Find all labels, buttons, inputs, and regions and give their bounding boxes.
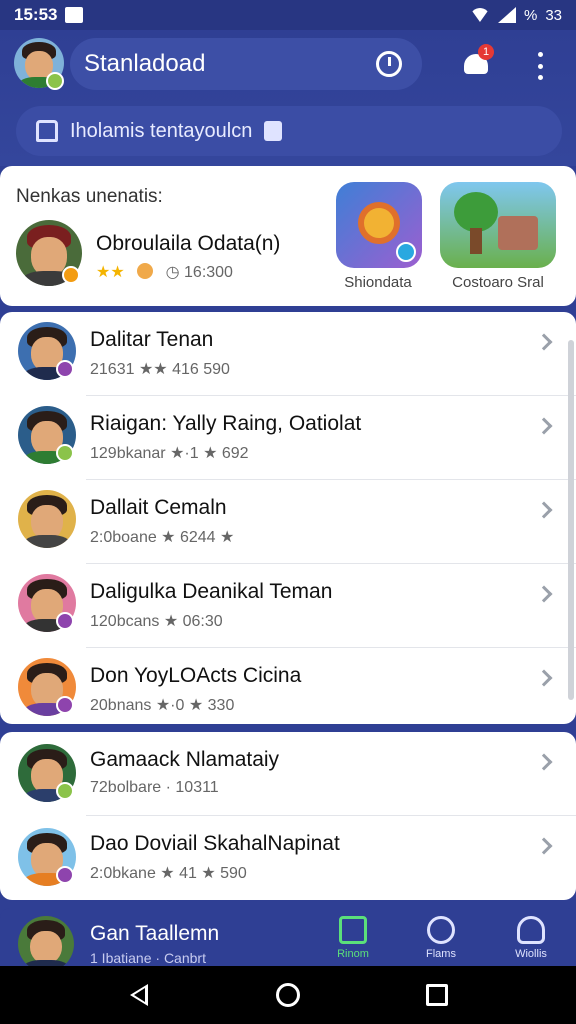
contact-meta: 2:0bkane ★ 41 ★ 590 [90, 865, 247, 882]
featured-badge-icon [62, 266, 80, 284]
status-bar: 15:53 % 33 [0, 0, 576, 30]
chevron-right-icon [535, 669, 553, 687]
list-item[interactable]: Dao Doviail SkahalNapinat 2:0bkane ★ 41 … [0, 816, 576, 900]
app-label-costoaro: Costoaro Sral [452, 274, 544, 291]
home-button-icon[interactable] [276, 983, 300, 1007]
back-icon[interactable] [130, 984, 148, 1006]
section-title: Nenkas unenatis: [16, 186, 163, 207]
scrollbar[interactable] [568, 340, 574, 700]
chevron-right-icon [535, 585, 553, 603]
list-item[interactable]: Dallait Cemaln 2:0boane ★ 6244 ★ [0, 480, 576, 564]
clock-icon[interactable] [376, 51, 402, 77]
status-badge-icon [56, 696, 74, 714]
contact-name: Don YoyLOActs Cicina [90, 664, 302, 687]
wifi-icon [469, 8, 490, 22]
list-item[interactable]: Daligulka Deanikal Teman 120bcans ★ 06:3… [0, 564, 576, 648]
status-badge-icon [56, 444, 74, 462]
kebab-dot-icon [537, 52, 543, 57]
nav-label: Wiollis [515, 948, 547, 960]
contact-avatar [18, 490, 76, 548]
featured-meta: ★★ ◷ 16:300 [96, 262, 233, 282]
list-item[interactable]: Don YoyLOActs Cicina 20bnans ★·0 ★ 330 [0, 648, 576, 732]
current-user-meta: 1 Ibatiane · Canbrt [90, 950, 206, 966]
nav-tab-flams[interactable]: Flams [406, 916, 476, 960]
app-label-shiondata: Shiondata [344, 274, 412, 291]
contact-meta: 120bcans ★ 06:30 [90, 613, 223, 630]
list-item[interactable]: Riaigan: Yally Raing, Oatiolat 129bkanar… [0, 396, 576, 480]
contact-meta: 2:0boane ★ 6244 ★ [90, 529, 235, 546]
current-user-name: Gan Taallemn [90, 922, 220, 945]
star-icon: ★★ [96, 264, 125, 281]
contact-list-secondary: Gamaack Nlamataiy 72bolbare · 10311 Dao … [0, 732, 576, 900]
app-icon-costoaro[interactable] [440, 182, 556, 268]
list-item[interactable]: Gamaack Nlamataiy 72bolbare · 10311 [0, 732, 576, 816]
person-icon [517, 916, 545, 944]
home-icon [36, 120, 58, 142]
chevron-right-icon [535, 333, 553, 351]
status-time: 15:53 [14, 5, 58, 24]
online-badge-icon [46, 72, 64, 90]
recents-icon[interactable] [426, 984, 448, 1006]
nav-label: Rinom [337, 948, 369, 960]
nav-tab-rinom[interactable]: Rinom [318, 916, 388, 960]
chevron-right-icon [535, 501, 553, 519]
status-percent: % [523, 6, 538, 24]
status-badge-icon [56, 866, 74, 884]
contact-meta: 20bnans ★·0 ★ 330 [90, 697, 235, 714]
nav-tab-wiollis[interactable]: Wiollis [496, 916, 566, 960]
scan-icon[interactable] [264, 121, 283, 141]
bottom-navigation: Gan Taallemn 1 Ibatiane · Canbrt Rinom F… [0, 908, 576, 972]
status-badge-icon [56, 612, 74, 630]
status-badge-icon [56, 360, 74, 378]
contact-meta: 21631 ★★ 416 590 [90, 361, 230, 378]
search-bar[interactable]: Iholamis tentayoulcn [16, 106, 562, 156]
contact-name: Riaigan: Yally Raing, Oatiolat [90, 412, 362, 435]
contact-meta: 72bolbare · 10311 [90, 779, 219, 796]
puzzle-icon [339, 916, 367, 944]
battery-level: 33 [545, 6, 562, 24]
app-icon-shiondata[interactable] [336, 182, 422, 268]
chevron-right-icon [535, 417, 553, 435]
nav-label: Flams [426, 948, 456, 960]
contact-meta: 129bkanar ★·1 ★ 692 [90, 445, 249, 462]
coin-icon [137, 263, 154, 279]
current-user-avatar[interactable] [18, 916, 74, 972]
notification-count-badge: 1 [478, 44, 494, 60]
signal-icon [497, 7, 516, 23]
contact-name: Daligulka Deanikal Teman [90, 580, 333, 603]
chevron-right-icon [535, 837, 553, 855]
system-navigation-bar [0, 966, 576, 1024]
timer-icon: ◷ [165, 264, 180, 281]
search-text: Iholamis tentayoulcn [70, 119, 253, 142]
status-badge-icon [56, 782, 74, 800]
list-item[interactable]: Dalitar Tenan 21631 ★★ 416 590 [0, 312, 576, 396]
contact-name: Gamaack Nlamataiy [90, 748, 280, 771]
minus-circle-icon [427, 916, 455, 944]
title-bar[interactable]: Stanladoad [70, 38, 422, 90]
featured-card: Nenkas unenatis: Obroulaila Odata(n) ★★ … [0, 166, 576, 306]
contact-name: Dao Doviail SkahalNapinat [90, 832, 340, 855]
featured-name[interactable]: Obroulaila Odata(n) [96, 232, 280, 256]
app-title: Stanladoad [84, 50, 206, 77]
notifications-button[interactable]: 1 [462, 44, 494, 76]
contact-list-primary: Dalitar Tenan 21631 ★★ 416 590 Riaigan: … [0, 312, 576, 724]
contact-name: Dalitar Tenan [90, 328, 214, 351]
more-options-button[interactable] [536, 52, 544, 80]
contact-name: Dallait Cemaln [90, 496, 227, 519]
app-header: Stanladoad 1 Iholamis tentayoulcn [0, 30, 576, 166]
featured-meta-text: 16:300 [184, 264, 233, 281]
chevron-right-icon [535, 753, 553, 771]
notification-icon [65, 7, 84, 23]
